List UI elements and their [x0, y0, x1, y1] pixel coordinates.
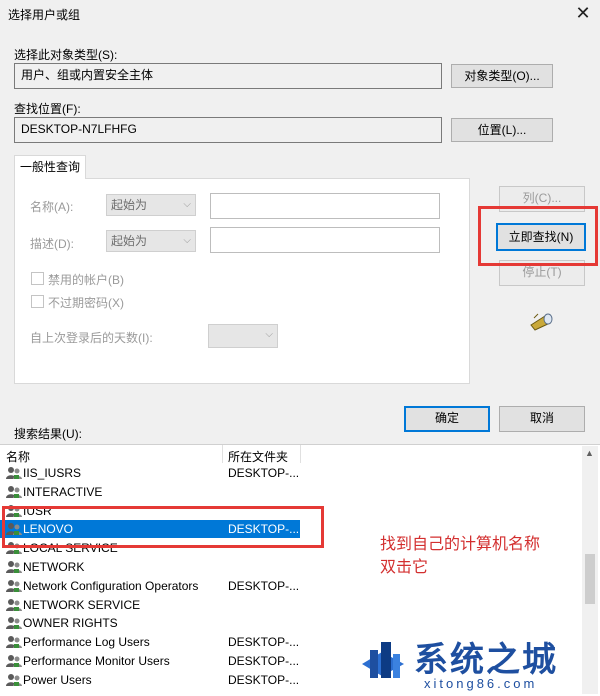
days-since-logon-label: 自上次登录后的天数(I): [30, 331, 153, 345]
column-header-name[interactable]: 名称 [6, 448, 30, 465]
row-name: OWNER RIGHTS [23, 616, 118, 631]
object-types-button[interactable]: 对象类型(O)... [451, 64, 553, 88]
annotation-highlight-find [478, 206, 598, 266]
watermark-logo: 系统之城 xitong86.com [358, 632, 598, 694]
group-icon [6, 616, 22, 630]
row-name: Network Configuration Operators [23, 578, 199, 593]
building-logo-icon [362, 642, 404, 678]
row-name: Performance Log Users [23, 635, 150, 650]
group-icon [6, 485, 22, 499]
scroll-up-icon[interactable]: ▲ [585, 448, 594, 458]
group-icon [6, 560, 22, 574]
table-row[interactable]: INTERACTIVE [0, 483, 300, 501]
scroll-thumb[interactable] [585, 554, 595, 604]
description-input[interactable] [210, 227, 440, 253]
row-folder: DESKTOP-... [228, 578, 300, 593]
chevron-down-icon: ⌵ [183, 199, 191, 210]
locations-button[interactable]: 位置(L)... [451, 118, 553, 142]
annotation-text-line2: 双击它 [380, 559, 429, 576]
group-icon [6, 598, 22, 612]
chevron-down-icon: ⌵ [183, 235, 191, 246]
column-divider [222, 445, 223, 463]
column-divider [300, 445, 301, 463]
watermark-brand: 系统之城 [414, 641, 558, 679]
column-header-folder[interactable]: 所在文件夹 [228, 448, 288, 465]
row-name: Performance Monitor Users [23, 654, 170, 668]
ok-button[interactable]: 确定 [404, 406, 490, 432]
row-name: IIS_IUSRS [23, 466, 82, 480]
group-icon [6, 654, 22, 668]
group-icon [6, 466, 22, 480]
window-title: 选择用户或组 [8, 8, 81, 22]
non-expiring-label: 不过期密码(X) [48, 296, 124, 310]
name-input[interactable] [210, 193, 440, 219]
row-folder: DESKTOP-... [228, 654, 300, 668]
name-label: 名称(A): [30, 200, 74, 214]
search-flashlight-icon [530, 313, 553, 331]
location-value: DESKTOP-N7LFHFG [14, 117, 442, 143]
group-icon [6, 635, 22, 649]
name-match-value: 起始为 [111, 198, 148, 212]
disabled-accounts-checkbox[interactable] [31, 272, 44, 285]
table-row[interactable]: OWNER RIGHTS [0, 614, 300, 632]
row-name: NETWORK SERVICE [23, 597, 141, 612]
watermark-url: xitong86.com [424, 676, 538, 691]
row-name: INTERACTIVE [23, 484, 103, 499]
non-expiring-checkbox[interactable] [31, 295, 44, 308]
location-label: 查找位置(F): [14, 102, 81, 116]
description-match-value: 起始为 [111, 234, 148, 248]
description-match-select[interactable]: 起始为 ⌵ [106, 230, 196, 252]
name-match-select[interactable]: 起始为 ⌵ [106, 194, 196, 216]
table-row[interactable]: Performance Monitor Users DESKTOP-... [0, 652, 300, 670]
table-row[interactable]: Network Configuration Operators DESKTOP-.… [0, 577, 300, 595]
row-folder: DESKTOP-... [228, 466, 300, 480]
table-row[interactable]: Performance Log Users DESKTOP-... [0, 633, 300, 651]
row-folder: DESKTOP-... [228, 672, 300, 687]
tab-common-queries[interactable]: 一般性查询 [14, 155, 86, 179]
table-row[interactable]: NETWORK SERVICE [0, 596, 300, 614]
table-row[interactable]: Power Users DESKTOP-... [0, 671, 300, 689]
days-since-logon-select[interactable]: ⌵ [208, 324, 278, 348]
disabled-accounts-label: 禁用的帐户(B) [48, 273, 124, 287]
group-icon [6, 673, 22, 687]
description-label: 描述(D): [30, 237, 74, 251]
object-type-label: 选择此对象类型(S): [14, 48, 118, 62]
row-name: Power Users [23, 672, 92, 687]
row-name: NETWORK [23, 560, 85, 574]
search-results-label: 搜索结果(U): [14, 427, 82, 441]
annotation-highlight-computer [2, 506, 324, 548]
object-type-value: 用户、组或内置安全主体 [14, 63, 442, 89]
cancel-button[interactable]: 取消 [499, 406, 585, 432]
table-row[interactable]: NETWORK [0, 558, 300, 576]
annotation-text-line1: 找到自己的计算机名称 [380, 536, 541, 553]
chevron-down-icon: ⌵ [265, 329, 273, 340]
close-icon[interactable]: ✕ [572, 2, 594, 24]
group-icon [6, 579, 22, 593]
table-row[interactable]: IIS_IUSRS DESKTOP-... [0, 464, 300, 482]
row-folder: DESKTOP-... [228, 635, 300, 650]
